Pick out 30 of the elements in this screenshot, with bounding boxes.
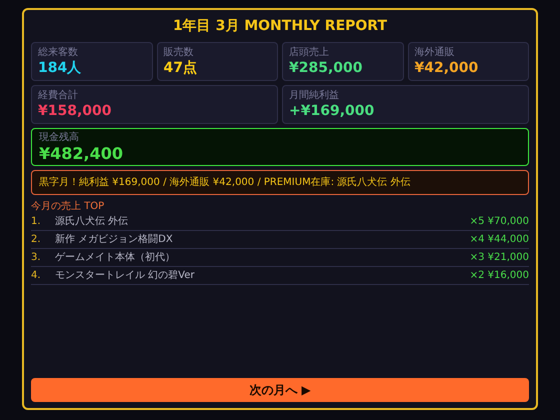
- rank-number: 4.: [31, 269, 42, 283]
- sales-result: ×4 ¥44,000: [470, 233, 529, 247]
- sales-result: ×5 ¥70,000: [470, 215, 529, 229]
- stat-label: 海外通販: [414, 46, 456, 59]
- product-name: ゲームメイト本体（初代）: [55, 250, 176, 265]
- stat-value: ¥285,000: [289, 59, 364, 77]
- rank-number: 2.: [31, 233, 42, 247]
- cash-value: ¥482,400: [39, 144, 124, 163]
- stat-label: 経費合計: [38, 89, 79, 102]
- stat-label: 月間純利益: [289, 89, 340, 102]
- stat-label: 総来客数: [38, 46, 79, 59]
- cash-label: 現金残高: [39, 131, 80, 144]
- stat-value: 184人: [38, 59, 82, 77]
- next-month-button[interactable]: 次の月へ ▶: [31, 378, 529, 402]
- profit-banner: 黒字月！純利益 ¥169,000 / 海外通販 ¥42,000 / PREMIUM在庫: 源氏八犬伝 外伝: [31, 170, 529, 195]
- top-sales-heading: 今月の売上 TOP: [31, 200, 106, 213]
- stat-value: +¥169,000: [289, 102, 376, 120]
- product-name: 源氏八犬伝 外伝: [55, 214, 130, 229]
- sales-result: ×2 ¥16,000: [470, 269, 529, 283]
- product-name: 新作 メガビジョン格闘DX: [55, 232, 174, 247]
- stat-label: 販売数: [164, 46, 194, 59]
- stat-value: ¥42,000: [414, 59, 480, 77]
- stat-value: 47点: [164, 59, 198, 77]
- stat-value: ¥158,000: [38, 102, 113, 120]
- product-name: モンスタートレイル 幻の碧Ver: [55, 269, 196, 283]
- rank-number: 3.: [31, 251, 42, 265]
- stat-label: 店頭売上: [289, 46, 330, 59]
- report-title: 1年目 3月 MONTHLY REPORT: [172, 17, 388, 36]
- sales-result: ×3 ¥21,000: [470, 251, 529, 265]
- rank-number: 1.: [31, 215, 42, 229]
